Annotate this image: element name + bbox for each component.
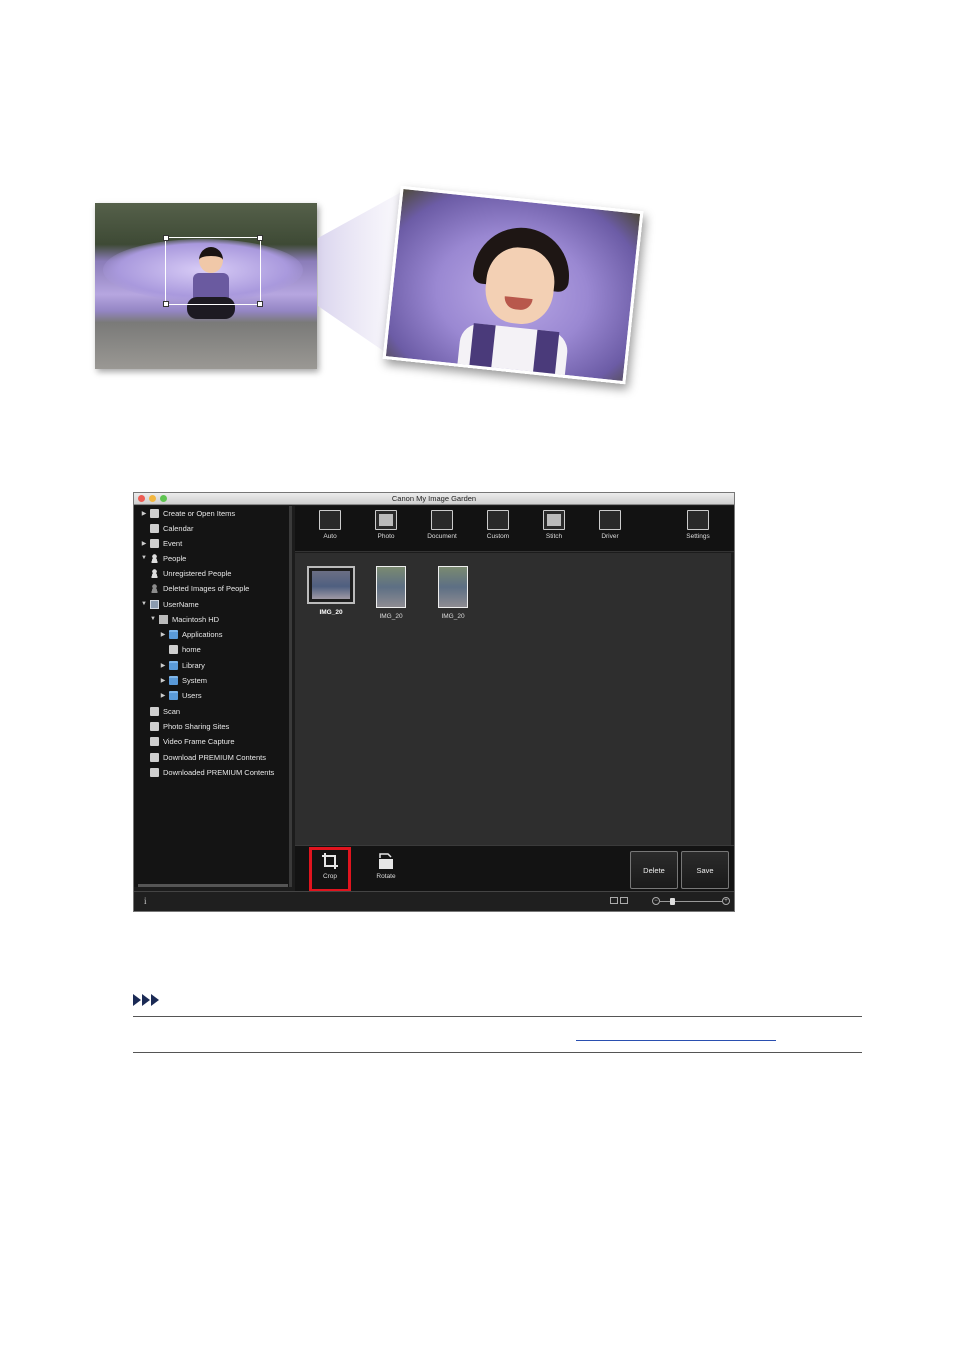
sidebar-item-users[interactable]: ▶ Users (159, 688, 202, 702)
hard-drive-icon (159, 614, 168, 624)
title-bar: Canon My Image Garden (134, 493, 734, 505)
thumbnail-area: IMG_20 IMG_20 IMG_20 (295, 553, 731, 845)
view-mode-toggle (610, 897, 628, 904)
folder-icon (169, 629, 178, 639)
expand-arrow-icon[interactable]: ▶ (159, 631, 167, 638)
note-box (133, 1016, 862, 1053)
expand-arrow-icon[interactable]: ▶ (140, 540, 148, 547)
sidebar-item-downloaded-premium[interactable]: Downloaded PREMIUM Contents (140, 765, 274, 779)
sidebar-item-calendar[interactable]: Calendar (140, 521, 193, 535)
sidebar-item-scan[interactable]: Scan (140, 704, 180, 718)
sidebar-item-home[interactable]: home (159, 642, 201, 656)
thumbnail-image (307, 566, 355, 604)
sidebar-item-photo-sharing-sites[interactable]: Photo Sharing Sites (140, 719, 229, 733)
stitch-button[interactable]: Stitch (534, 510, 574, 540)
photo-sharing-icon (150, 721, 159, 731)
scan-icon (150, 706, 159, 716)
stitch-icon (543, 510, 565, 530)
thumbnail-item[interactable]: IMG_20 (425, 566, 481, 620)
delete-button[interactable]: Delete (630, 851, 678, 889)
person-icon (150, 553, 159, 563)
folder-icon (169, 690, 178, 700)
custom-button[interactable]: Custom (478, 510, 518, 540)
sidebar-item-username[interactable]: ▼ UserName (140, 597, 199, 611)
calendar-icon (150, 523, 159, 533)
cropped-photo (382, 185, 644, 385)
expand-arrow-icon[interactable]: ▶ (159, 677, 167, 684)
sidebar-item-deleted-images-of-people[interactable]: Deleted Images of People (140, 581, 249, 595)
download-icon (150, 752, 159, 762)
deleted-person-icon (150, 583, 159, 593)
collapse-arrow-icon[interactable]: ▼ (140, 555, 148, 561)
folder-icon (169, 675, 178, 685)
sidebar-item-system[interactable]: ▶ System (159, 673, 207, 687)
create-icon (150, 508, 159, 518)
sidebar-item-video-frame-capture[interactable]: Video Frame Capture (140, 734, 235, 748)
sidebar-item-event[interactable]: ▶ Event (140, 536, 182, 550)
zoom-in-icon[interactable]: + (722, 897, 730, 905)
sidebar-item-macintosh-hd[interactable]: ▼ Macintosh HD (149, 612, 219, 626)
photo-button[interactable]: Photo (366, 510, 406, 540)
zoom-out-icon[interactable]: − (652, 897, 660, 905)
expand-arrow-icon[interactable]: ▶ (140, 510, 148, 517)
thumbnail-item[interactable]: IMG_20 (363, 566, 419, 620)
sidebar: ▶ Create or Open Items Calendar ▶ Event ▼ P… (134, 506, 292, 887)
event-icon (150, 538, 159, 548)
custom-icon (487, 510, 509, 530)
crop-icon (322, 853, 338, 869)
save-button[interactable]: Save (681, 851, 729, 889)
zoom-slider-knob[interactable] (670, 898, 676, 905)
sidebar-item-applications[interactable]: ▶ Applications (159, 627, 222, 641)
sidebar-item-create-or-open[interactable]: ▶ Create or Open Items (140, 506, 235, 520)
computer-icon (150, 599, 159, 609)
window-title: Canon My Image Garden (391, 494, 477, 503)
toolbar: Auto Photo Document Custom Stitch Driver… (295, 506, 734, 552)
thumbnail-view-icon[interactable] (620, 897, 628, 904)
driver-button[interactable]: Driver (590, 510, 630, 540)
crop-button[interactable]: Crop (310, 850, 350, 880)
sidebar-item-people[interactable]: ▼ People (140, 551, 186, 565)
thumbnail-item[interactable]: IMG_20 (303, 566, 359, 616)
video-frame-icon (150, 736, 159, 746)
sidebar-item-download-premium[interactable]: Download PREMIUM Contents (140, 750, 266, 764)
auto-button[interactable]: Auto (310, 510, 350, 540)
app-window: Canon My Image Garden ▶ Create or Open It… (133, 492, 735, 912)
expand-arrow-icon[interactable]: ▶ (159, 692, 167, 699)
reference-link[interactable] (576, 1040, 776, 1041)
thumbnail-image (438, 566, 468, 608)
document-button[interactable]: Document (422, 510, 462, 540)
thumbnail-image (376, 566, 406, 608)
photo-icon (375, 510, 397, 530)
document-icon (431, 510, 453, 530)
note-icon (133, 994, 159, 1006)
settings-button[interactable]: Settings (678, 510, 718, 540)
info-icon[interactable]: i (144, 896, 147, 906)
zoom-slider[interactable]: − + (652, 895, 730, 907)
auto-scan-icon (319, 510, 341, 530)
settings-icon (687, 510, 709, 530)
rotate-button[interactable]: Rotate (366, 850, 406, 880)
sidebar-item-unregistered-people[interactable]: Unregistered People (140, 566, 231, 580)
person-icon (150, 568, 159, 578)
sidebar-item-library[interactable]: ▶ Library (159, 658, 205, 672)
home-icon (169, 644, 178, 654)
folder-icon (169, 660, 178, 670)
sidebar-scrollbar[interactable] (138, 884, 288, 887)
downloaded-icon (150, 767, 159, 777)
collapse-arrow-icon[interactable]: ▼ (140, 601, 148, 607)
bottom-toolbar: Crop Rotate Delete Save (295, 845, 734, 892)
status-bar: i − + (134, 891, 734, 911)
list-view-icon[interactable] (610, 897, 618, 904)
collapse-arrow-icon[interactable]: ▼ (149, 616, 157, 622)
scanner-driver-icon (599, 510, 621, 530)
expand-arrow-icon[interactable]: ▶ (159, 662, 167, 669)
rotate-icon (379, 853, 393, 869)
